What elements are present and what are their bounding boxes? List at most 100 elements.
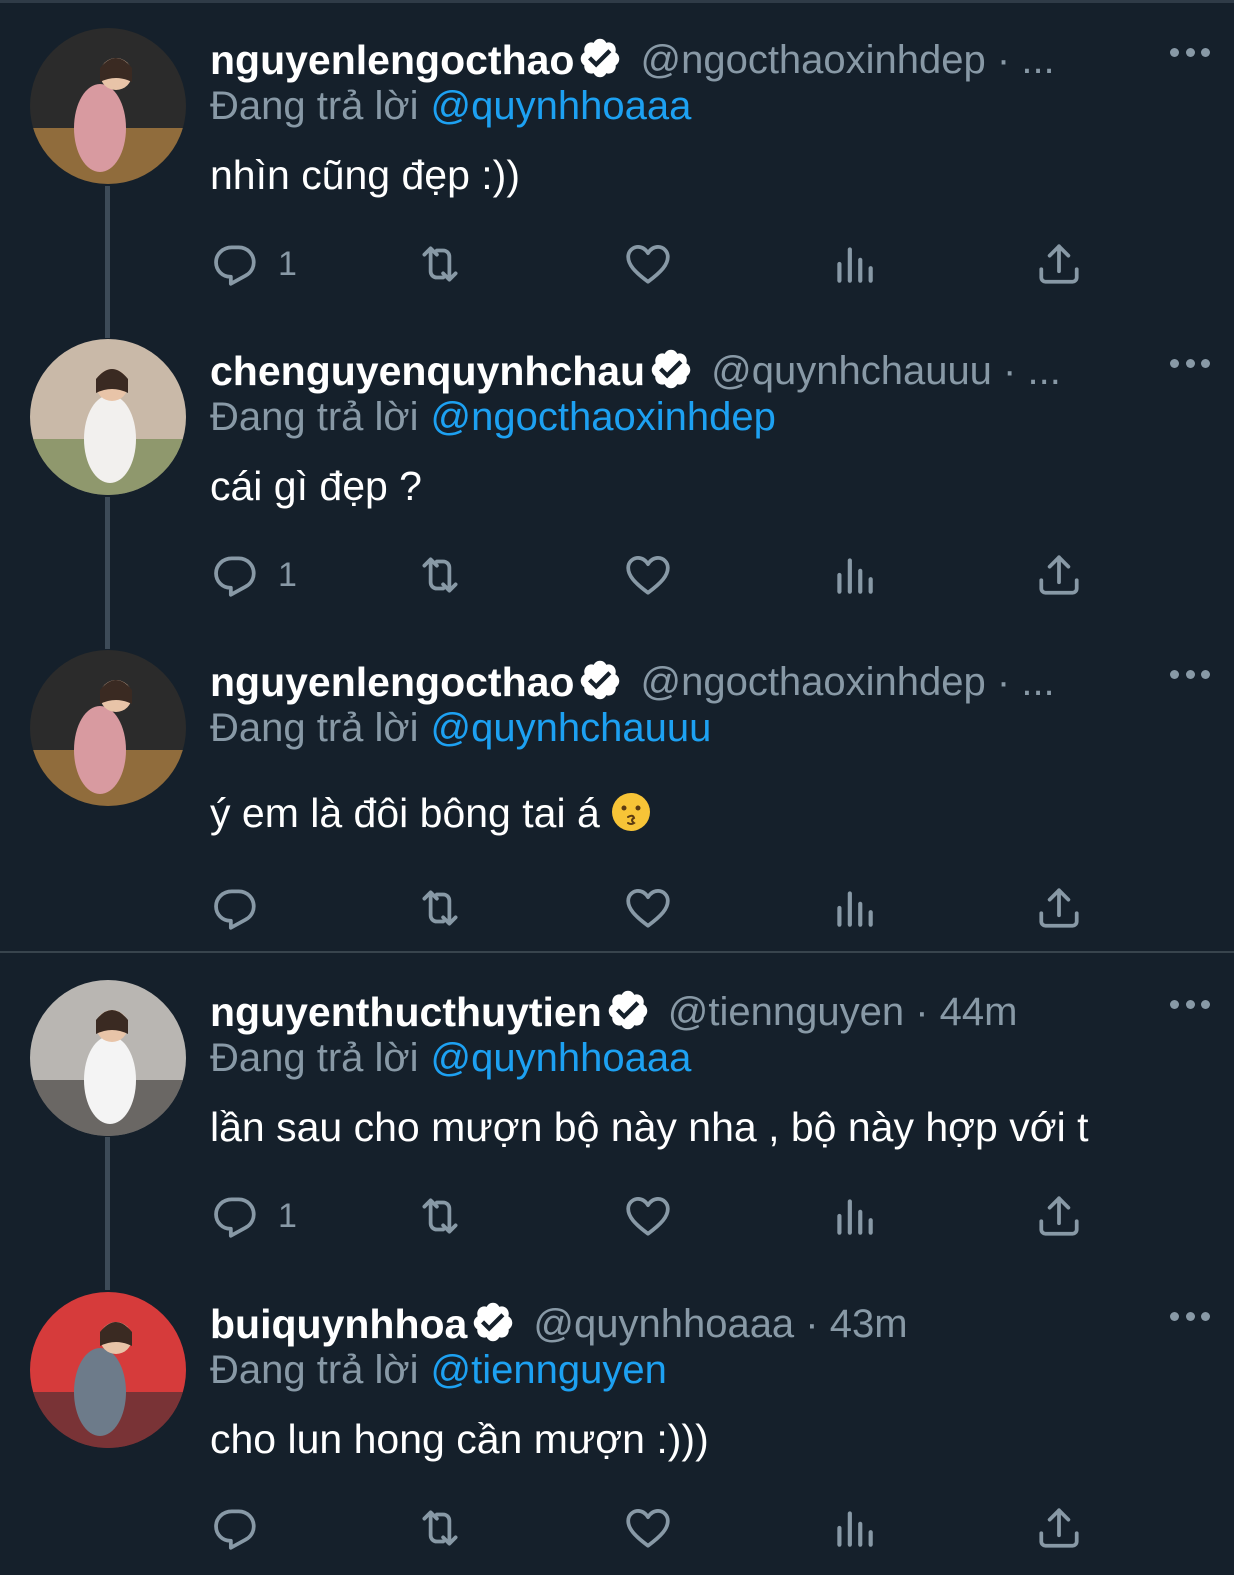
mention-link[interactable]: @quynhhoaaa — [431, 1036, 692, 1080]
tweet-actions — [210, 882, 1090, 934]
reply-count: 1 — [278, 555, 297, 594]
mention-link[interactable]: @quynhhoaaa — [431, 84, 692, 128]
share-button[interactable] — [1034, 238, 1084, 290]
replying-to: Đang trả lời @quynhhoaaa — [210, 84, 691, 129]
like-button[interactable] — [623, 238, 673, 290]
more-icon[interactable] — [1170, 1306, 1210, 1326]
share-button[interactable] — [1034, 882, 1084, 934]
display-name[interactable]: buiquynhhoa — [210, 1301, 467, 1348]
replying-label: Đang trả lời — [210, 395, 419, 439]
replying-to: Đang trả lời @quynhhoaaa — [210, 1036, 691, 1081]
replying-to: Đang trả lời @ngocthaoxinhdep — [210, 395, 776, 440]
mention-link[interactable]: @ngocthaoxinhdep — [431, 395, 776, 439]
reply-icon — [210, 1191, 260, 1241]
replying-to: Đang trả lời @tiennguyen — [210, 1348, 667, 1393]
avatar[interactable] — [30, 980, 186, 1136]
tweet[interactable]: nguyenlengocthao @ngocthaoxinhdep · ... Đa… — [0, 622, 1234, 952]
tweet-text-container: ý em là đôi bông tai á — [210, 790, 652, 837]
kissing-face-emoji-icon — [600, 790, 652, 836]
retweet-icon — [415, 239, 465, 289]
more-icon[interactable] — [1170, 664, 1210, 684]
more-icon[interactable] — [1170, 353, 1210, 373]
mention-link[interactable]: @quynhchauuu — [431, 706, 712, 750]
share-icon — [1034, 1191, 1084, 1241]
tweet-header: nguyenthucthuytien @tiennguyen · 44m — [210, 988, 1017, 1036]
retweet-button[interactable] — [415, 1502, 465, 1554]
reply-button[interactable] — [210, 882, 278, 934]
share-icon — [1034, 883, 1084, 933]
retweet-icon — [415, 883, 465, 933]
like-button[interactable] — [623, 882, 673, 934]
tweet-text-container: cho lun hong cần mượn :))) — [210, 1416, 709, 1463]
like-button[interactable] — [623, 1502, 673, 1554]
avatar[interactable] — [30, 1292, 186, 1448]
avatar[interactable] — [30, 339, 186, 495]
more-icon[interactable] — [1170, 42, 1210, 62]
heart-icon — [623, 1191, 673, 1241]
tweet[interactable]: nguyenlengocthao @ngocthaoxinhdep · ... Đa… — [0, 0, 1234, 311]
retweet-button[interactable] — [415, 882, 465, 934]
tweet-text: cái gì đẹp ? — [210, 463, 422, 509]
avatar[interactable] — [30, 650, 186, 806]
user-handle[interactable]: @quynhchauuu · ... — [711, 349, 1061, 394]
heart-icon — [623, 883, 673, 933]
display-name[interactable]: nguyenlengocthao — [210, 37, 574, 84]
views-icon — [829, 1503, 879, 1553]
views-button[interactable] — [829, 1190, 879, 1242]
avatar[interactable] — [30, 28, 186, 184]
reply-icon — [210, 883, 260, 933]
views-button[interactable] — [829, 1502, 879, 1554]
user-handle[interactable]: @ngocthaoxinhdep · ... — [640, 38, 1054, 83]
tweet[interactable]: buiquynhhoa @quynhhoaaa · 43m Đang trả lời… — [0, 1264, 1234, 1575]
tweet-actions — [210, 1502, 1090, 1554]
user-handle[interactable]: @quynhhoaaa · 43m — [533, 1302, 907, 1347]
display-name[interactable]: nguyenthucthuytien — [210, 989, 602, 1036]
retweet-button[interactable] — [415, 549, 465, 601]
like-button[interactable] — [623, 1190, 673, 1242]
reply-icon — [210, 1503, 260, 1553]
more-icon[interactable] — [1170, 994, 1210, 1014]
retweet-button[interactable] — [415, 1190, 465, 1242]
heart-icon — [623, 1503, 673, 1553]
share-button[interactable] — [1034, 549, 1084, 601]
retweet-icon — [415, 1503, 465, 1553]
mention-link[interactable]: @tiennguyen — [431, 1348, 667, 1392]
views-icon — [829, 239, 879, 289]
reply-button[interactable]: 1 — [210, 238, 297, 290]
share-button[interactable] — [1034, 1190, 1084, 1242]
share-icon — [1034, 1503, 1084, 1553]
user-handle[interactable]: @tiennguyen · 44m — [668, 990, 1018, 1035]
tweet-actions: 1 — [210, 1190, 1090, 1242]
tweet-header: buiquynhhoa @quynhhoaaa · 43m — [210, 1300, 908, 1348]
tweet-text: nhìn cũng đẹp :)) — [210, 152, 520, 198]
retweet-icon — [415, 1191, 465, 1241]
user-handle[interactable]: @ngocthaoxinhdep · ... — [640, 660, 1054, 705]
tweet[interactable]: chenguyenquynhchau @quynhchauuu · ... Đang… — [0, 311, 1234, 622]
retweet-button[interactable] — [415, 238, 465, 290]
replying-label: Đang trả lời — [210, 1348, 419, 1392]
display-name[interactable]: nguyenlengocthao — [210, 659, 574, 706]
verified-badge-icon — [574, 658, 640, 707]
tweet[interactable]: nguyenthucthuytien @tiennguyen · 44m Đang … — [0, 952, 1234, 1263]
views-icon — [829, 1191, 879, 1241]
share-icon — [1034, 239, 1084, 289]
views-button[interactable] — [829, 882, 879, 934]
reply-count: 1 — [278, 1196, 297, 1235]
verified-badge-icon — [574, 36, 640, 85]
heart-icon — [623, 239, 673, 289]
reply-icon — [210, 239, 260, 289]
views-button[interactable] — [829, 549, 879, 601]
tweet-text-container: lần sau cho mượn bộ này nha , bộ này hợp… — [210, 1104, 1089, 1151]
like-button[interactable] — [623, 549, 673, 601]
share-button[interactable] — [1034, 1502, 1084, 1554]
reply-button[interactable]: 1 — [210, 1190, 297, 1242]
reply-icon — [210, 550, 260, 600]
reply-button[interactable]: 1 — [210, 549, 297, 601]
replying-label: Đang trả lời — [210, 84, 419, 128]
views-button[interactable] — [829, 238, 879, 290]
display-name[interactable]: chenguyenquynhchau — [210, 348, 645, 395]
tweet-text-container: cái gì đẹp ? — [210, 463, 422, 510]
verified-badge-icon — [602, 988, 668, 1037]
reply-button[interactable] — [210, 1502, 278, 1554]
replying-label: Đang trả lời — [210, 706, 419, 750]
